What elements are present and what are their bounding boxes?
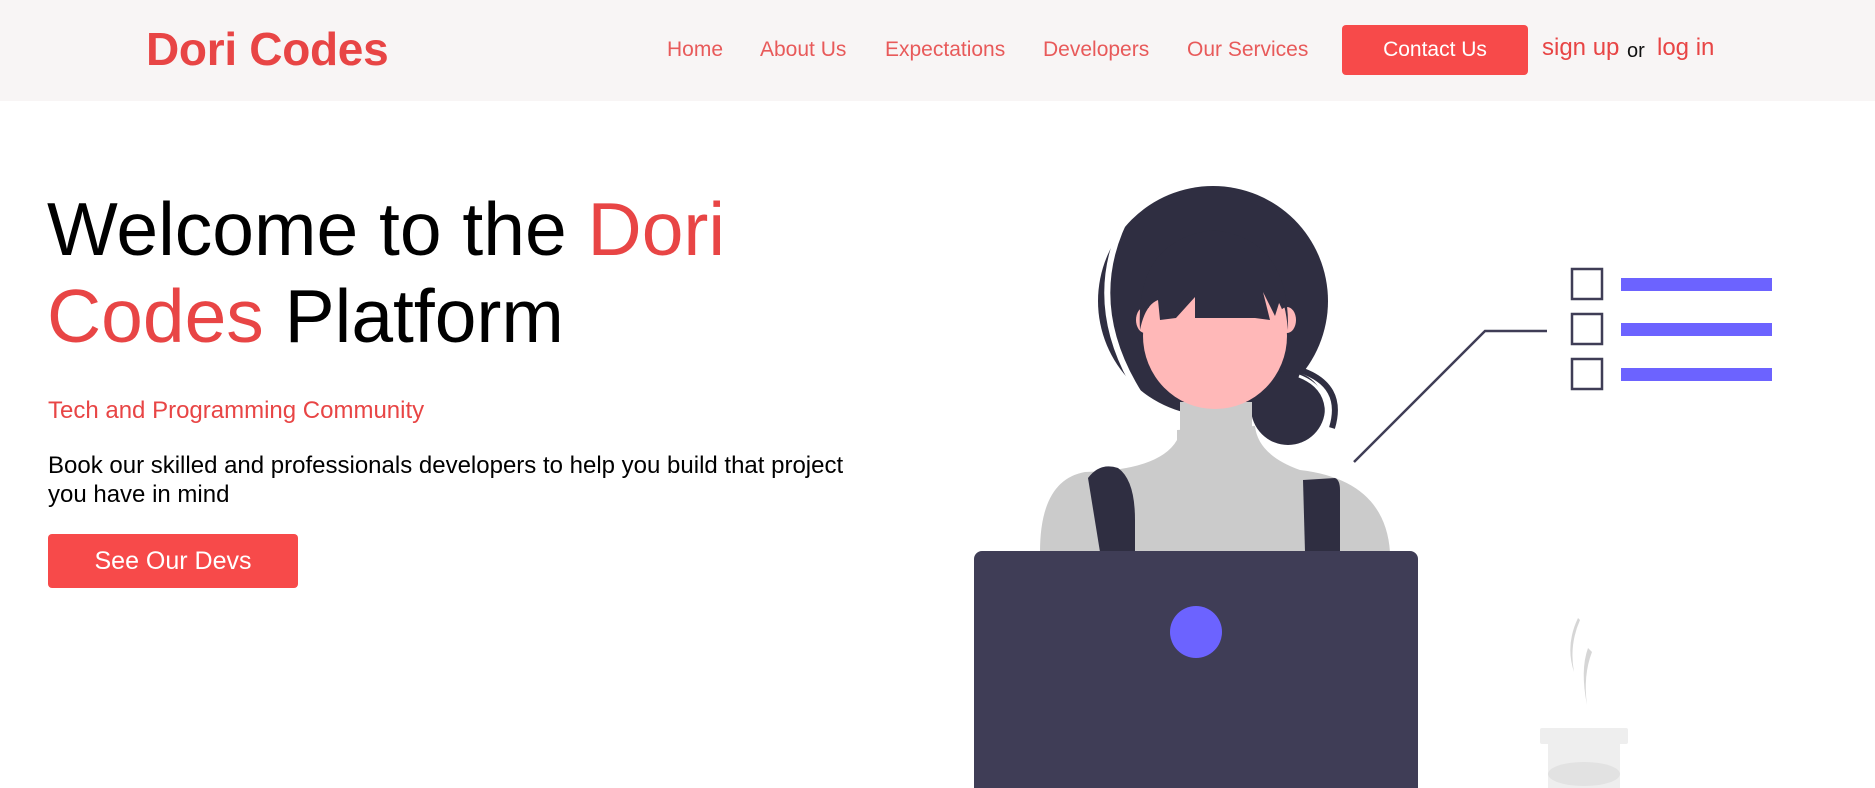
checkbox-icon	[1570, 312, 1604, 346]
laptop-logo-icon	[1170, 606, 1222, 658]
auth-separator: or	[1627, 40, 1645, 62]
cup-lid-shape	[1540, 728, 1628, 744]
checklist-bar-shape	[1621, 368, 1772, 381]
see-our-devs-button[interactable]: See Our Devs	[48, 534, 298, 588]
right-ear-shape	[1278, 307, 1296, 333]
nav-link-our-services[interactable]: Our Services	[1187, 38, 1308, 62]
bun-curl-shape	[1298, 367, 1338, 429]
neck-shape	[1180, 402, 1252, 437]
steam-shape	[1583, 648, 1592, 705]
hair-bun-shape	[1251, 371, 1325, 445]
developer-illustration	[974, 186, 1772, 788]
left-strap-shape	[1088, 466, 1135, 552]
checkbox-icon	[1570, 357, 1604, 391]
callout-line-shape	[1353, 329, 1547, 463]
shirt-shape	[1040, 426, 1390, 552]
left-ear-shape	[1136, 307, 1154, 333]
hero-description: Book our skilled and professionals devel…	[48, 452, 844, 508]
hero-title: Welcome to the Dori Codes Platform	[47, 186, 847, 360]
hero-subtitle: Tech and Programming Community	[48, 397, 425, 424]
sign-up-link[interactable]: sign up	[1542, 34, 1619, 62]
nav-link-expectations[interactable]: Expectations	[885, 38, 1005, 62]
right-strap-shape	[1303, 478, 1340, 552]
contact-us-button[interactable]: Contact Us	[1342, 25, 1528, 75]
hair-highlight-shape	[1104, 208, 1143, 397]
nav-link-developers[interactable]: Developers	[1043, 38, 1149, 62]
hair-bangs-shape	[1139, 230, 1289, 330]
nav-link-home[interactable]: Home	[667, 38, 723, 62]
cup-sleeve-shape	[1548, 762, 1620, 786]
checklist-bar-shape	[1621, 278, 1772, 291]
checklist-bar-shape	[1621, 323, 1772, 336]
hair-back-shape	[1098, 186, 1328, 416]
checkbox-icon	[1570, 267, 1604, 301]
cup-body-shape	[1548, 744, 1620, 788]
laptop-shape	[974, 551, 1418, 788]
bun-curl-highlight-shape	[1298, 374, 1328, 421]
hero-title-part2: Platform	[263, 274, 564, 358]
log-in-link[interactable]: log in	[1657, 34, 1714, 62]
navbar: Dori Codes Home About Us Expectations De…	[0, 0, 1875, 101]
nav-link-about-us[interactable]: About Us	[760, 38, 846, 62]
face-shape	[1143, 263, 1287, 409]
brand-logo[interactable]: Dori Codes	[146, 22, 389, 76]
steam-shape	[1570, 618, 1580, 672]
hero-title-part1: Welcome to the	[47, 187, 588, 271]
